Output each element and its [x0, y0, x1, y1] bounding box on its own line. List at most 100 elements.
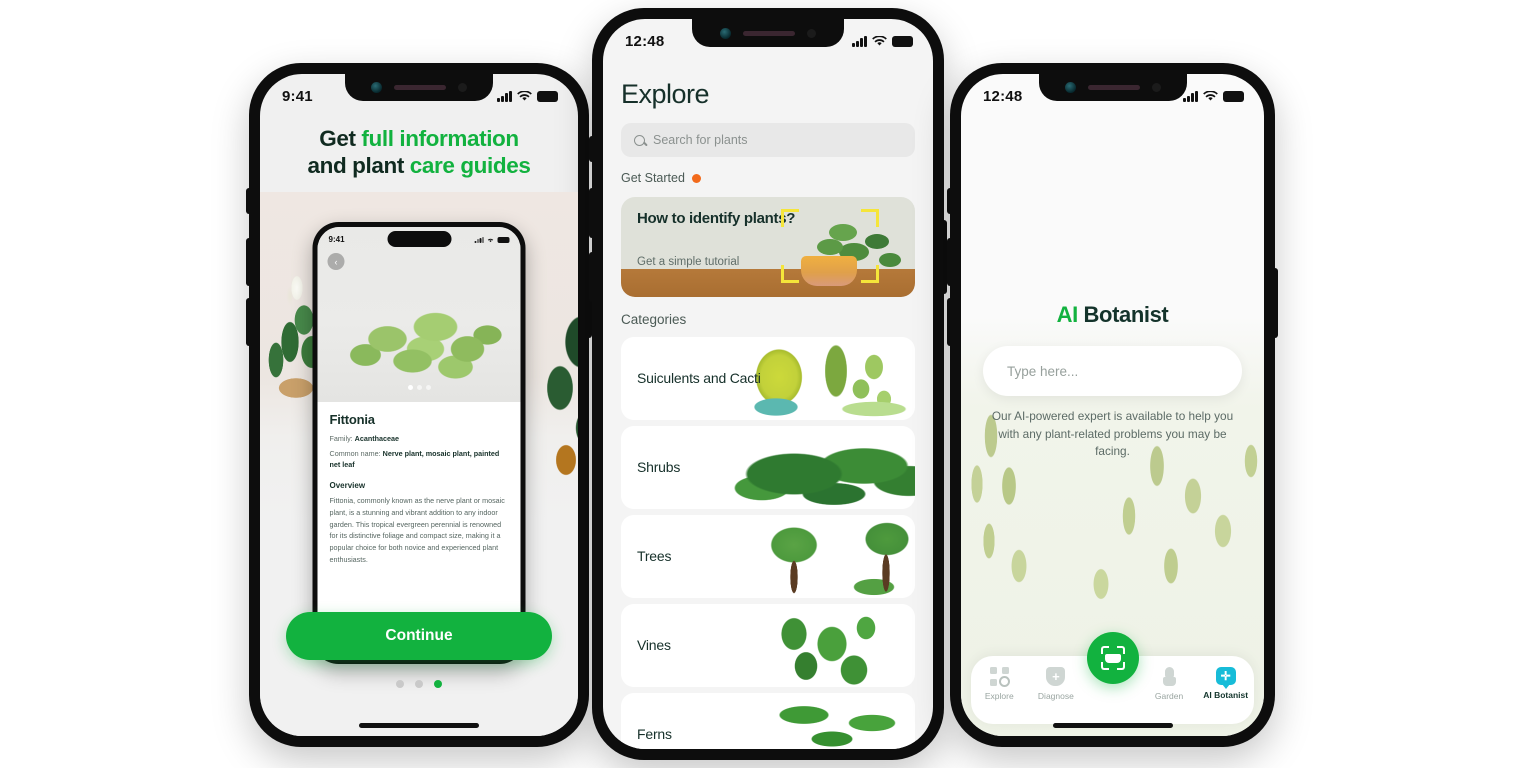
search-placeholder: Search for plants [653, 133, 748, 147]
status-time: 12:48 [625, 32, 665, 50]
status-time: 12:48 [983, 87, 1023, 105]
notch [345, 74, 493, 101]
banner-title: How to identify plants? [637, 210, 796, 227]
cellular-bars-icon [852, 35, 867, 47]
onboarding-page-dots[interactable] [396, 680, 442, 688]
inner-phone-mockup: 9:41 ‹ Fittonia Family: Acanthaceae Comm… [312, 222, 526, 664]
grid-search-icon [989, 667, 1010, 687]
category-label: Vines [637, 636, 671, 653]
category-item[interactable]: Trees [621, 515, 915, 598]
category-item[interactable]: Shrubs [621, 426, 915, 509]
onboarding-headline: Get full information and plant care guid… [260, 126, 578, 179]
phone2-screen: 12:48 Explore Search for plants Get Star… [603, 19, 933, 749]
inner-phone-screen: 9:41 ‹ Fittonia Family: Acanthaceae Comm… [317, 227, 521, 659]
identify-plants-banner[interactable]: How to identify plants? Get a simple tut… [621, 197, 915, 297]
home-indicator[interactable] [1052, 723, 1173, 728]
mute-switch[interactable] [246, 188, 250, 214]
tab-ai-botanist[interactable]: ✛ AI Botanist [1197, 667, 1254, 700]
volume-up-button[interactable] [589, 188, 593, 238]
notch [692, 19, 844, 47]
front-camera-icon [720, 27, 731, 39]
ai-description: Our AI-powered expert is available to he… [991, 409, 1234, 459]
battery-icon [892, 35, 913, 47]
back-button[interactable]: ‹ [327, 253, 345, 270]
category-label: Ferns [637, 725, 672, 742]
phone-onboarding: 9:41 Get full information and plant care… [246, 63, 592, 747]
status-indicators [1183, 90, 1244, 102]
cellular-bars-icon [497, 90, 512, 102]
tab-label: Garden [1154, 691, 1184, 701]
power-button[interactable] [1274, 268, 1278, 338]
mute-switch[interactable] [589, 136, 593, 162]
banner-subtitle: Get a simple tutorial [637, 256, 740, 268]
phone-ai-botanist: 12:48 AI Botanist Type here... Our AI-po… [947, 63, 1278, 747]
face-sensor-icon [1151, 83, 1161, 92]
category-image [723, 426, 915, 509]
photo-carousel-dots[interactable] [407, 385, 431, 390]
inner-wifi-icon [487, 238, 494, 242]
plant-title: Fittonia [329, 412, 376, 427]
category-label: Suiculents and Cacti [637, 369, 761, 386]
family-label: Family: [329, 434, 355, 443]
category-item[interactable]: Suiculents and Cacti [621, 337, 915, 420]
volume-down-button[interactable] [947, 298, 951, 346]
phone-explore: 12:48 Explore Search for plants Get Star… [589, 8, 947, 760]
status-indicators [497, 90, 558, 102]
continue-button[interactable]: Continue [286, 612, 552, 660]
family-value: Acanthaceae [354, 434, 400, 443]
face-sensor-icon [458, 83, 467, 92]
page-title: Explore [621, 79, 710, 109]
tab-explore[interactable]: Explore [971, 667, 1028, 701]
inner-dynamic-island [387, 231, 451, 247]
common-name-label: Common name: [329, 448, 383, 458]
plant-hero-image [317, 227, 521, 402]
category-item[interactable]: Vines [621, 604, 915, 687]
overview-text: Fittonia, commonly known as the nerve pl… [329, 496, 505, 564]
mute-switch[interactable] [947, 188, 951, 214]
tab-garden[interactable]: Garden [1141, 667, 1198, 701]
front-camera-icon [371, 82, 382, 93]
title-rest: Botanist [1077, 302, 1169, 327]
wifi-icon [872, 35, 887, 45]
status-dot [691, 173, 701, 183]
scan-frame-icon [781, 209, 879, 283]
headline-accent1: full information [361, 126, 519, 151]
get-started-label: Get Started [621, 171, 685, 185]
tab-diagnose[interactable]: Diagnose [1028, 667, 1085, 701]
earpiece-speaker [743, 30, 795, 36]
volume-up-button[interactable] [246, 238, 250, 286]
search-input[interactable]: Search for plants [621, 123, 915, 157]
ai-chat-input[interactable]: Type here... [983, 346, 1242, 396]
banner-leaf [879, 253, 901, 267]
category-label: Trees [637, 547, 672, 564]
phone3-screen: 12:48 AI Botanist Type here... Our AI-po… [961, 74, 1264, 736]
status-indicators [852, 35, 913, 47]
earpiece-speaker [394, 85, 446, 90]
volume-down-button[interactable] [246, 298, 250, 346]
headline-part1: Get [319, 126, 362, 151]
plant-family: Family: Acanthaceae [330, 434, 509, 445]
wifi-icon [517, 90, 532, 100]
headline-accent2: care guides [409, 152, 531, 178]
potted-plant-icon [1160, 667, 1179, 686]
scan-button[interactable] [1086, 632, 1139, 684]
front-camera-icon [1064, 82, 1076, 93]
home-indicator[interactable] [359, 723, 479, 728]
cellular-bars-icon [1183, 90, 1198, 102]
categories-heading: Categories [621, 312, 687, 327]
chat-sparkle-icon: ✛ [1215, 667, 1236, 689]
category-item[interactable]: Ferns [621, 693, 915, 749]
ai-botanist-title: AI Botanist [961, 302, 1264, 328]
scan-frame-icon [1100, 646, 1125, 670]
phone1-screen: 9:41 Get full information and plant care… [260, 74, 578, 736]
tab-label: Explore [984, 691, 1014, 701]
input-placeholder: Type here... [1007, 363, 1079, 379]
battery-icon [537, 90, 558, 102]
category-image [723, 693, 915, 749]
wifi-icon [1203, 90, 1218, 100]
screenshot-stage: 9:41 Get full information and plant care… [0, 0, 1536, 768]
title-accent: AI [1056, 302, 1079, 327]
notch [1038, 74, 1187, 101]
volume-up-button[interactable] [947, 238, 951, 286]
volume-down-button[interactable] [589, 252, 593, 302]
